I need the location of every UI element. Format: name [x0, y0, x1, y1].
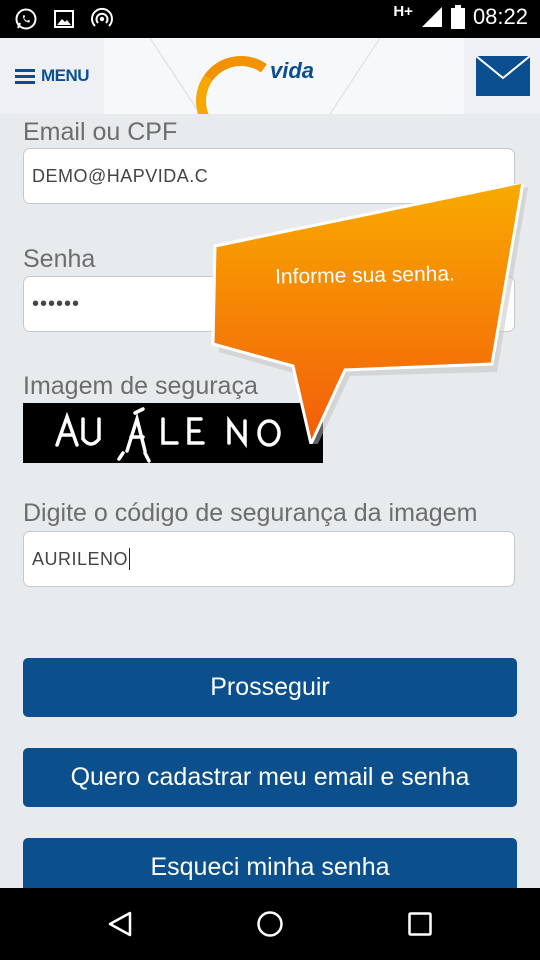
- app-header: MENU vida: [0, 38, 540, 114]
- network-type: H+: [393, 2, 413, 20]
- login-form: Email ou CPF DEMO@HAPVIDA.C Senha ••••••…: [0, 114, 540, 888]
- image-icon: [54, 10, 74, 28]
- whatsapp-icon: [15, 8, 37, 30]
- text-caret: [129, 548, 131, 570]
- mail-button[interactable]: [464, 38, 540, 114]
- logo-text: vida: [270, 58, 315, 83]
- forgot-password-button[interactable]: Esqueci minha senha: [23, 838, 517, 888]
- status-left-icons: [14, 7, 114, 31]
- back-icon[interactable]: [106, 910, 134, 938]
- signal-icon: [421, 7, 442, 27]
- email-label: Email ou CPF: [23, 118, 178, 146]
- password-label: Senha: [23, 245, 96, 273]
- mail-icon: [475, 55, 531, 96]
- clock: 08:22: [472, 4, 528, 29]
- tooltip-bubble: [211, 180, 528, 450]
- status-bar: H+ 08:22: [0, 0, 540, 38]
- security-code-value: AURILENO: [32, 548, 129, 569]
- register-button[interactable]: Quero cadastrar meu email e senha: [23, 748, 517, 807]
- home-icon[interactable]: [256, 910, 284, 938]
- status-right: H+ 08:22: [393, 2, 528, 30]
- menu-label: MENU: [40, 66, 90, 85]
- password-tooltip: Informe sua senha.: [205, 180, 535, 450]
- proceed-button[interactable]: Prosseguir: [23, 658, 517, 717]
- battery-icon: [450, 5, 465, 29]
- navigation-bar: [0, 888, 540, 960]
- menu-button[interactable]: MENU: [0, 38, 104, 114]
- recents-icon[interactable]: [406, 910, 434, 938]
- menu-icon: [14, 68, 35, 84]
- security-code-field[interactable]: AURILENO: [23, 531, 515, 587]
- security-code-label: Digite o código de segurança da imagem: [23, 499, 478, 527]
- hotspot-icon: [91, 7, 113, 27]
